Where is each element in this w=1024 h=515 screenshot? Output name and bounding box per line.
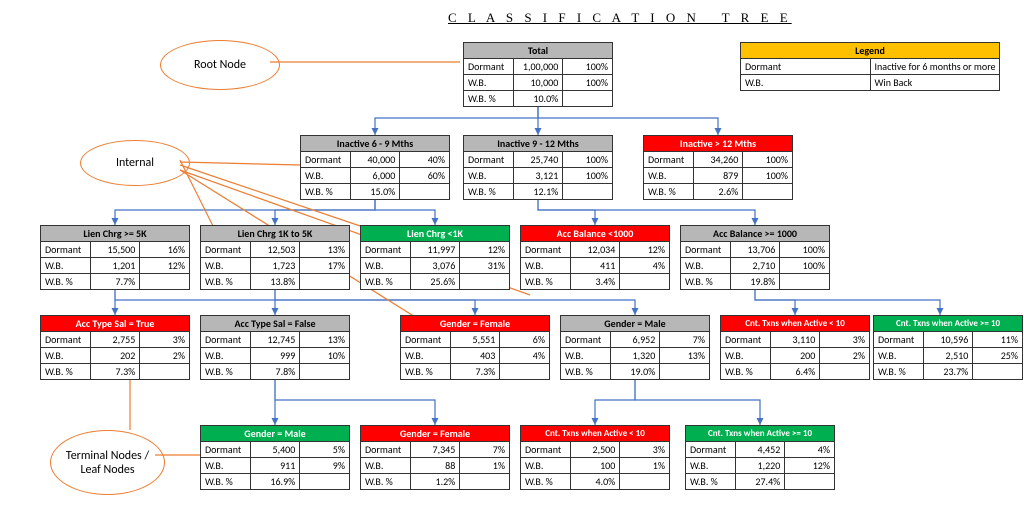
node-total: Total Dormant1,00,000100% W.B.10,000100%…	[463, 42, 613, 107]
node-inactive-9-12: Inactive 9 - 12 Mths Dormant25,740100% W…	[463, 135, 613, 200]
node-txn-lt10-a: Cnt. Txns when Active < 10 Dormant3,1103…	[720, 315, 870, 380]
node-gender-female-1: Gender = Female Dormant5,5516% W.B.4034%…	[400, 315, 550, 380]
node-acctype-true: Acc Type Sal = True Dormant2,7553% W.B.2…	[40, 315, 190, 380]
node-gender-male-2: Gender = Male Dormant5,4005% W.B.9119% W…	[200, 425, 350, 490]
node-lien-1k-5k: Lien Chrg 1K to 5K Dormant12,50313% W.B.…	[200, 225, 350, 290]
page-title: C L A S S I F I C A T I O N T R E E	[448, 10, 792, 26]
node-bal-lt-1000: Acc Balance <1000 Dormant12,03412% W.B.4…	[520, 225, 670, 290]
node-txn-ge10-b: Cnt. Txns when Active >= 10 Dormant4,452…	[685, 425, 835, 490]
node-gender-male-1: Gender = Male Dormant6,9527% W.B.1,32013…	[560, 315, 710, 380]
node-acctype-false: Acc Type Sal = False Dormant12,74513% W.…	[200, 315, 350, 380]
legend-header: Legend	[741, 43, 1000, 59]
node-gender-female-2: Gender = Female Dormant7,3457% W.B.881% …	[360, 425, 510, 490]
node-txn-lt10-b: Cnt. Txns when Active < 10 Dormant2,5003…	[520, 425, 670, 490]
annotation-root: Root Node	[160, 40, 280, 90]
annotation-internal: Internal	[80, 140, 190, 186]
node-inactive-6-9: Inactive 6 - 9 Mths Dormant40,00040% W.B…	[300, 135, 450, 200]
node-txn-ge10-a: Cnt. Txns when Active >= 10 Dormant10,59…	[873, 315, 1023, 380]
annotation-terminal: Terminal Nodes / Leaf Nodes	[50, 430, 165, 495]
legend: Legend DormantInactive for 6 months or m…	[740, 42, 1000, 91]
node-lien-ge-5k: Lien Chrg >= 5K Dormant15,50016% W.B.1,2…	[40, 225, 190, 290]
node-bal-ge-1000: Acc Balance >= 1000 Dormant13,706100% W.…	[680, 225, 830, 290]
node-inactive-gt12: Inactive > 12 Mths Dormant34,260100% W.B…	[643, 135, 793, 200]
node-lien-lt-1k: Lien Chrg <1K Dormant11,99712% W.B.3,076…	[360, 225, 510, 290]
